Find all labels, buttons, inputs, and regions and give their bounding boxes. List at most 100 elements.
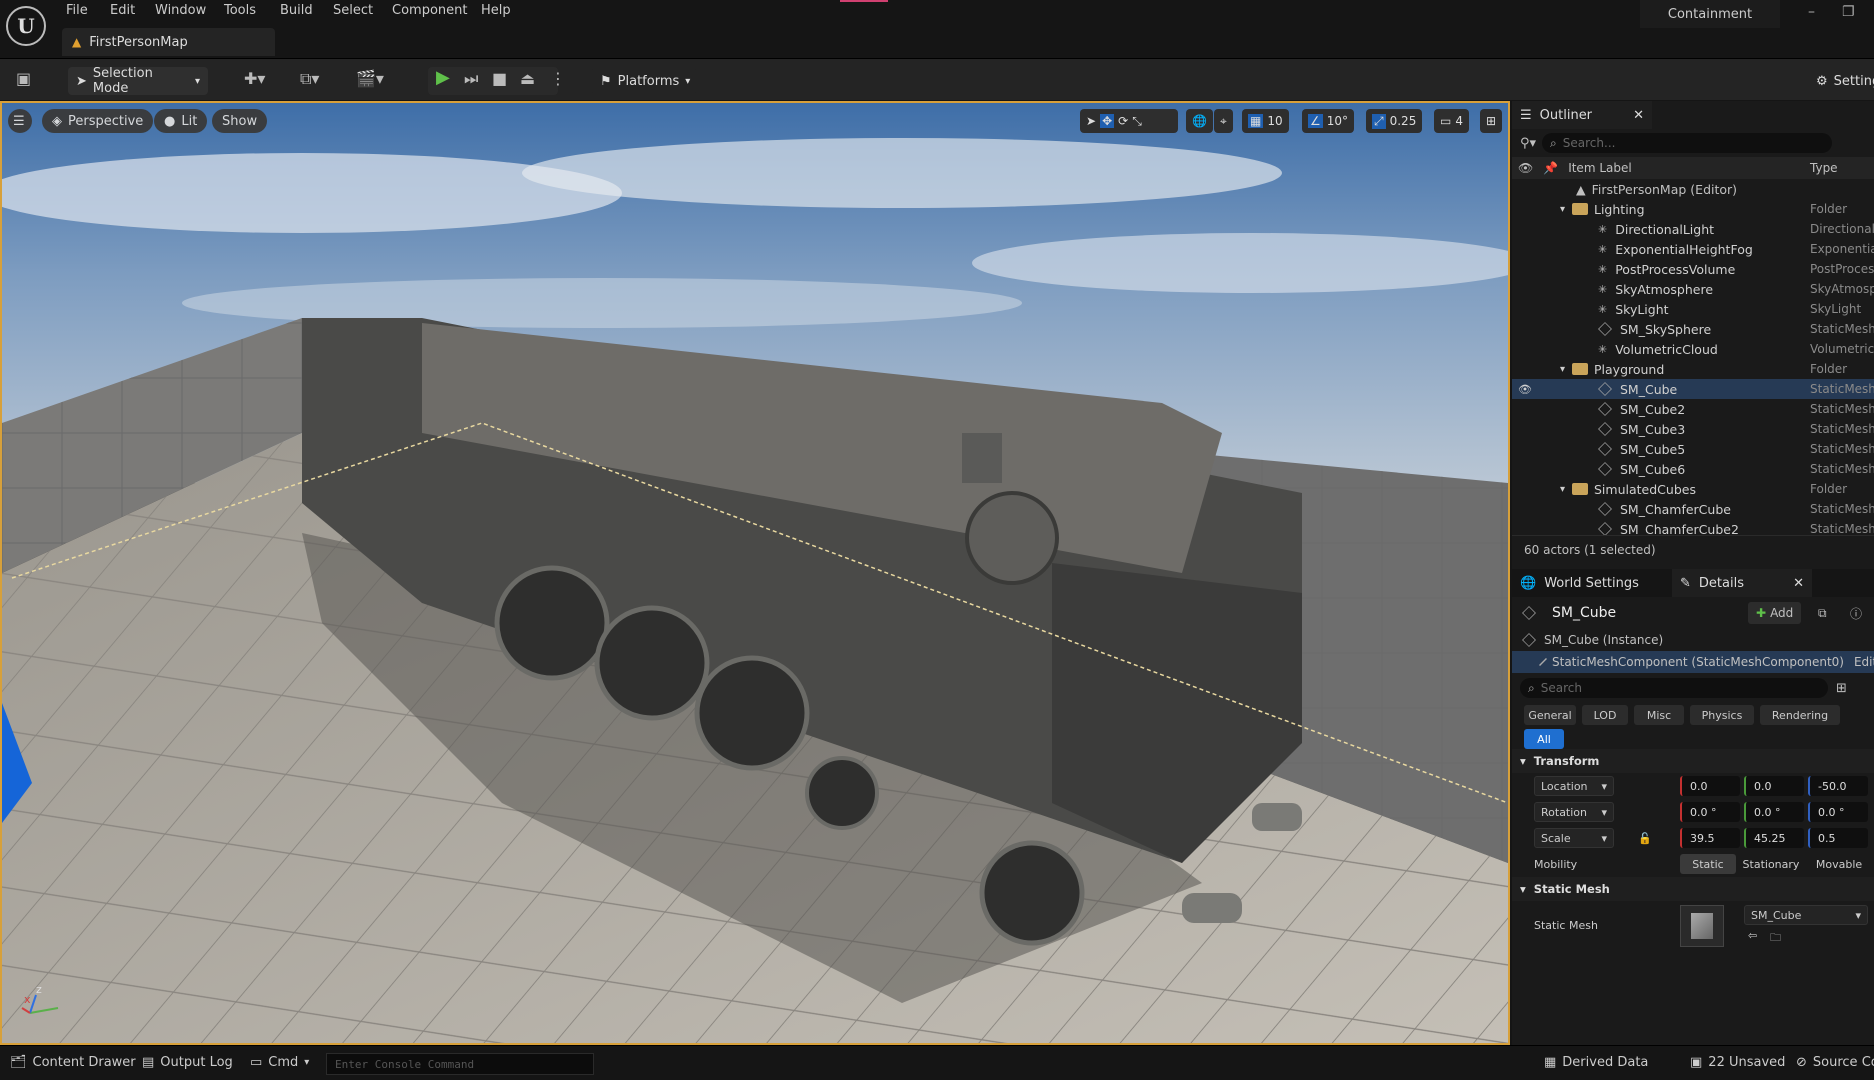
- lit-button[interactable]: ● Lit: [154, 109, 208, 133]
- world-local-icon[interactable]: 🌐: [1186, 109, 1213, 133]
- chevron-down-icon[interactable]: ▾: [1560, 484, 1565, 495]
- perspective-button[interactable]: ◈ Perspective: [42, 109, 154, 133]
- step-icon[interactable]: ⏭: [464, 69, 478, 89]
- category-lod[interactable]: LOD: [1582, 705, 1628, 725]
- location-dropdown[interactable]: Location ▾: [1534, 776, 1614, 796]
- settings-button[interactable]: ⚙ Settings: [1808, 67, 1874, 95]
- eject-icon[interactable]: ⏏: [520, 69, 535, 88]
- tab-world-settings[interactable]: 🌐 World Settings: [1512, 569, 1672, 597]
- category-misc[interactable]: Misc: [1634, 705, 1684, 725]
- browse-icon[interactable]: 🗀: [1770, 929, 1781, 948]
- menu-component[interactable]: Component: [392, 3, 467, 18]
- static-mesh-picker[interactable]: SM_Cube ▾: [1744, 905, 1868, 925]
- scale-z-field[interactable]: 0.5: [1808, 828, 1868, 848]
- restore-icon[interactable]: ❐: [1842, 4, 1855, 20]
- category-general[interactable]: General: [1524, 705, 1576, 725]
- edit-component-link[interactable]: Edit: [1854, 655, 1874, 669]
- location-y-field[interactable]: 0.0: [1744, 776, 1804, 796]
- mesh-thumbnail[interactable]: [1680, 905, 1724, 947]
- outliner-row[interactable]: SM_SkySphere StaticMeshActor: [1512, 319, 1874, 339]
- location-x-field[interactable]: 0.0: [1680, 776, 1740, 796]
- filter-icon[interactable]: ⚲▾: [1520, 136, 1536, 151]
- mobility-movable[interactable]: Movable: [1806, 854, 1872, 874]
- add-component-button[interactable]: ✚ Add: [1748, 602, 1802, 624]
- outliner-row[interactable]: ✳ SkyLight SkyLight: [1512, 299, 1874, 319]
- rotation-snap-button[interactable]: ∠ 10°: [1302, 109, 1355, 133]
- outliner-row[interactable]: SM_Cube3 StaticMeshActor: [1512, 419, 1874, 439]
- static-mesh-section-header[interactable]: ▾ Static Mesh: [1512, 877, 1874, 901]
- unsaved-button[interactable]: ▣ 22 Unsaved: [1690, 1055, 1785, 1070]
- transform-section-header[interactable]: ▾ Transform: [1512, 749, 1874, 773]
- outliner-row[interactable]: SM_Cube5 StaticMeshActor: [1512, 439, 1874, 459]
- menu-help[interactable]: Help: [481, 3, 511, 18]
- add-actor-icon[interactable]: ✚▾: [244, 69, 265, 88]
- close-icon[interactable]: ✕: [1793, 576, 1804, 591]
- pin-icon[interactable]: 📌: [1543, 161, 1558, 175]
- chevron-down-icon[interactable]: ▾: [1560, 204, 1565, 215]
- level-viewport[interactable]: x z ☰ ◈ Perspective ● Lit Show ➤ ✥ ⟳ ⤡ 🌐…: [0, 101, 1510, 1045]
- property-matrix-icon[interactable]: ⊞: [1836, 681, 1847, 696]
- console-input[interactable]: Enter Console Command: [326, 1053, 594, 1075]
- rotation-y-field[interactable]: 0.0 °: [1744, 802, 1804, 822]
- select-tool-icon[interactable]: ➤: [1086, 114, 1096, 128]
- camera-speed-button[interactable]: ▭ 4: [1434, 109, 1469, 133]
- details-search-input[interactable]: ⌕ Search: [1520, 678, 1828, 698]
- outliner-folder-row[interactable]: ▾ Playground Folder: [1512, 359, 1874, 379]
- platforms-button[interactable]: ⚑ Platforms ▾: [592, 67, 696, 95]
- mobility-stationary[interactable]: Stationary: [1738, 854, 1804, 874]
- more-options-icon[interactable]: ⋮: [550, 69, 566, 88]
- rotate-tool-icon[interactable]: ⟳: [1118, 114, 1128, 128]
- category-rendering[interactable]: Rendering: [1760, 705, 1840, 725]
- outliner-folder-row[interactable]: ▾ Lighting Folder: [1512, 199, 1874, 219]
- grid-snap-button[interactable]: ▦ 10: [1242, 109, 1289, 133]
- col-item-label[interactable]: Item Label: [1568, 161, 1632, 175]
- content-drawer-button[interactable]: 🗂 Content Drawer: [10, 1055, 136, 1070]
- viewport-layout-icon[interactable]: ⊞: [1480, 109, 1503, 133]
- outliner-row[interactable]: ✳ DirectionalLight DirectionalLight: [1512, 219, 1874, 239]
- use-selected-icon[interactable]: ⇦: [1748, 929, 1757, 942]
- category-physics[interactable]: Physics: [1690, 705, 1754, 725]
- outliner-row[interactable]: ✳ ExponentialHeightFog ExponentialHeightFo…: [1512, 239, 1874, 259]
- col-type[interactable]: Type: [1810, 161, 1838, 175]
- mobility-static[interactable]: Static: [1680, 854, 1736, 874]
- close-icon[interactable]: ✕: [1633, 108, 1644, 123]
- outliner-search-input[interactable]: ⌕ Search...: [1542, 133, 1833, 153]
- visibility-icon[interactable]: 👁: [1518, 383, 1532, 396]
- outliner-row[interactable]: 👁 SM_Cube StaticMeshActor: [1512, 379, 1874, 399]
- menu-edit[interactable]: Edit: [110, 3, 135, 18]
- containment-label[interactable]: Containment: [1640, 0, 1780, 28]
- tab-firstpersonmap[interactable]: ▲ FirstPersonMap: [62, 28, 275, 56]
- outliner-row[interactable]: SM_ChamferCube2 StaticMeshActor: [1512, 519, 1874, 535]
- rotation-dropdown[interactable]: Rotation ▾: [1534, 802, 1614, 822]
- outliner-row[interactable]: ✳ VolumetricCloud VolumetricCloud: [1512, 339, 1874, 359]
- source-control-button[interactable]: ⊘ Source Control: [1796, 1055, 1874, 1070]
- output-log-button[interactable]: ▤ Output Log: [142, 1055, 233, 1070]
- menu-window[interactable]: Window: [155, 3, 206, 18]
- scale-x-field[interactable]: 39.5: [1680, 828, 1740, 848]
- scale-snap-button[interactable]: ⤢ 0.25: [1366, 109, 1423, 133]
- outliner-row[interactable]: ✳ PostProcessVolume PostProcessVolume: [1512, 259, 1874, 279]
- rotation-z-field[interactable]: 0.0 °: [1808, 802, 1868, 822]
- outliner-row[interactable]: SM_Cube6 StaticMeshActor: [1512, 459, 1874, 479]
- chevron-down-icon[interactable]: ▾: [1560, 364, 1565, 375]
- viewport-menu-icon[interactable]: ☰: [8, 109, 32, 133]
- rotation-x-field[interactable]: 0.0 °: [1680, 802, 1740, 822]
- scale-y-field[interactable]: 45.25: [1744, 828, 1804, 848]
- unreal-logo-icon[interactable]: U: [6, 6, 46, 46]
- outliner-row[interactable]: SM_ChamferCube StaticMeshActor: [1512, 499, 1874, 519]
- outliner-row[interactable]: SM_Cube2 StaticMeshActor: [1512, 399, 1874, 419]
- scale-dropdown[interactable]: Scale ▾: [1534, 828, 1614, 848]
- help-icon[interactable]: ⓘ: [1850, 605, 1862, 622]
- location-z-field[interactable]: -50.0: [1808, 776, 1868, 796]
- cinematics-icon[interactable]: 🎬▾: [356, 69, 384, 88]
- minimize-icon[interactable]: –: [1808, 4, 1815, 20]
- play-icon[interactable]: ▶: [436, 67, 450, 88]
- outliner-row[interactable]: ✳ SkyAtmosphere SkyAtmosphere: [1512, 279, 1874, 299]
- component-instance-row[interactable]: SM_Cube (Instance): [1512, 629, 1874, 651]
- blueprint-convert-icon[interactable]: ⧉: [1818, 606, 1827, 621]
- category-all[interactable]: All: [1524, 729, 1564, 749]
- outliner-folder-row[interactable]: ▾ SimulatedCubes Folder: [1512, 479, 1874, 499]
- menu-build[interactable]: Build: [280, 3, 313, 18]
- component-row-static-mesh[interactable]: StaticMeshComponent (StaticMeshComponent…: [1512, 651, 1874, 673]
- menu-select[interactable]: Select: [333, 3, 373, 18]
